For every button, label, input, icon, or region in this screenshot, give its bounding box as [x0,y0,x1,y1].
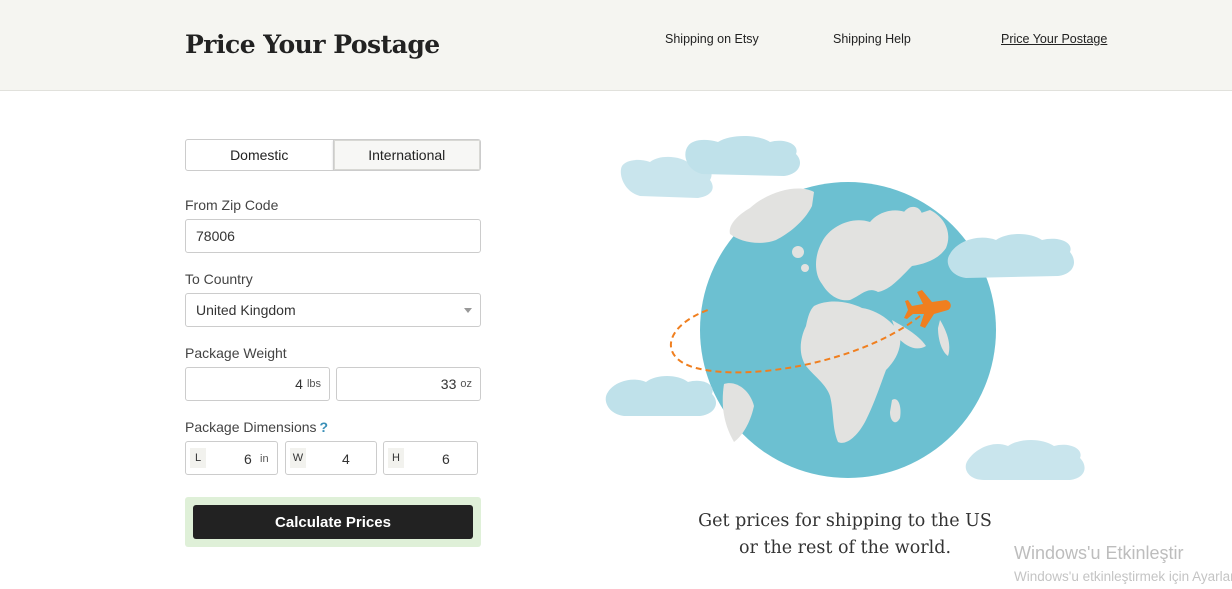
hero-tagline: Get prices for shipping to the US or the… [690,508,1000,562]
globe-illustration [605,136,1085,480]
dimension-height-prefix: H [388,448,404,468]
from-zip-input[interactable] [185,219,481,253]
weight-lbs-input[interactable]: 4 lbs [185,367,330,401]
dimension-height-value: 6 [442,451,450,467]
to-country-value: United Kingdom [196,302,296,318]
tab-domestic[interactable]: Domestic [186,140,333,170]
calculate-panel: Calculate Prices [185,497,481,547]
weight-lbs-unit: lbs [306,378,321,390]
dimension-length-unit: in [260,453,269,465]
dimension-width-prefix: W [290,448,306,468]
calculate-prices-button[interactable]: Calculate Prices [193,505,473,539]
weight-lbs-value: 4 [295,376,303,392]
dimension-length-input[interactable]: L 6 in [185,441,278,475]
tab-international[interactable]: International [332,140,480,170]
site-header: Price Your Postage Shipping on Etsy Ship… [0,0,1232,91]
windows-activation-title: Windows'u Etkinleştir [1014,543,1184,563]
dimension-length-prefix: L [190,448,206,468]
hero-tagline-line2: or the rest of the world. [738,538,952,558]
from-zip-label: From Zip Code [185,197,279,213]
dimension-height-input[interactable]: H 6 [383,441,478,475]
to-country-select[interactable]: United Kingdom [185,293,481,327]
to-country-label: To Country [185,271,253,287]
page-title: Price Your Postage [185,30,440,59]
dimension-length-value: 6 [244,451,252,467]
package-weight-label: Package Weight [185,345,287,361]
weight-oz-unit: oz [460,378,472,390]
nav-shipping-help[interactable]: Shipping Help [833,32,911,46]
shipping-type-toggle: Domestic International [185,139,481,171]
chevron-down-icon [464,308,472,313]
dimension-width-input[interactable]: W 4 [285,441,377,475]
package-dimensions-text: Package Dimensions [185,419,317,435]
cloud-icon [620,136,800,198]
help-icon[interactable]: ? [320,419,329,435]
dimension-width-value: 4 [342,451,350,467]
package-dimensions-label: Package Dimensions? [185,419,328,435]
hero-tagline-line1: Get prices for shipping to the US [698,511,992,531]
weight-oz-input[interactable]: 33 oz [336,367,481,401]
nav-shipping-on-etsy[interactable]: Shipping on Etsy [665,32,759,46]
nav-price-your-postage[interactable]: Price Your Postage [1001,32,1107,46]
windows-activation-subtitle: Windows'u etkinleştirmek için Ayarlar'a … [1014,569,1232,584]
weight-oz-value: 33 [440,376,457,392]
